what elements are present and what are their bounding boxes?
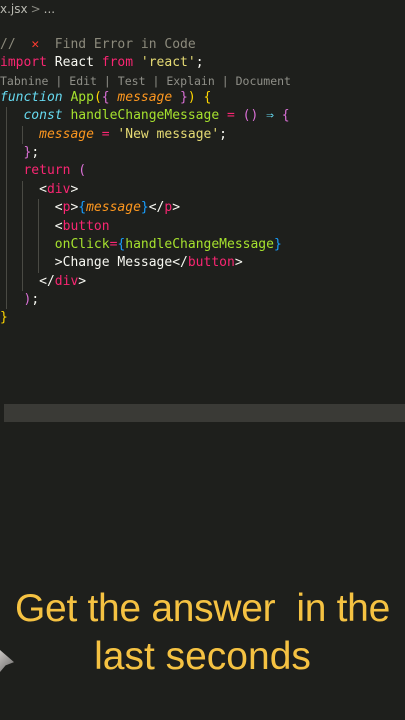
code-line-14: ); [0,291,405,310]
brace-open: { [101,89,110,105]
error-x-icon: ✕ [31,37,40,52]
paren-close: ) [187,89,196,105]
tag-gt: > [70,181,79,197]
semicolon: ; [219,126,227,142]
code-line-1: // ✕ Find Error in Code [0,36,405,54]
tag-lt: < [39,181,47,197]
paren-open: ( [78,163,87,179]
tag-gt: > [78,273,87,289]
tag-gt: > [172,200,181,216]
codelens-sep: | [103,73,111,88]
code-line-3: function App({ message }) { [0,89,405,107]
code-line-4: const handleChangeMessage = () ⇒ { [0,107,405,126]
tag-button: button [187,255,235,271]
code-line-2: import React from 'react'; [0,54,405,72]
code-editor[interactable]: // ✕ Find Error in Code import React fro… [0,36,405,328]
codelens-document[interactable]: Document [236,74,291,88]
codelens-edit[interactable]: Edit [69,74,97,88]
breadcrumb[interactable]: x.jsx >... [0,2,55,16]
code-line-15: } [0,309,405,327]
code-line-7: return ( [0,162,405,181]
codelens-tabnine[interactable]: Tabnine [0,74,48,88]
tag-close-lt: </ [172,255,188,271]
semicolon: ; [31,144,40,160]
attr-onclick: onClick [54,236,110,252]
arrow-body-brace: { [281,108,290,124]
tag-button: button [62,218,110,234]
comment-slashes: // [0,37,16,52]
semicolon: ; [195,55,204,71]
string-new-message: 'New message' [117,126,220,142]
operator-eq: = [227,108,235,124]
caption-line-1: Get the answer in the [15,587,390,630]
breadcrumb-more[interactable]: ... [44,2,55,16]
codelens-sep: | [55,73,63,88]
jsx-text: >Change Message [54,255,173,271]
brace-close: } [140,200,149,216]
function-name: App [70,89,94,105]
horizontal-scrollbar[interactable] [4,404,405,422]
codelens-test[interactable]: Test [118,74,146,88]
tag-lt: < [54,218,63,234]
caption-line-2: last seconds [94,635,311,678]
codelens-sep: | [152,73,160,88]
arrow-icon: ⇒ [266,108,274,124]
tag-div: div [54,273,79,289]
identifier-handler: handleChangeMessage [125,236,274,252]
brace-close: } [180,89,188,105]
identifier-react: React [54,55,94,71]
keyword-function: function [0,89,63,105]
code-line-6: }; [0,143,405,163]
parens: () [242,108,259,124]
tag-gt: > [234,255,243,271]
operator-eq: = [101,126,110,142]
keyword-return: return [23,163,71,179]
tag-lt: < [54,200,63,216]
identifier-handler: handleChangeMessage [70,108,220,124]
video-caption: Get the answer in the last seconds [0,585,405,681]
string-react: 'react' [140,55,196,71]
var-message: message [39,126,94,142]
code-line-10: <button [0,217,405,236]
code-line-5: message = 'New message'; [0,125,405,144]
brace-close: } [0,310,8,326]
param-message: message [117,89,173,105]
semicolon: ; [31,292,40,308]
code-line-9: <p>{message}</p> [0,199,405,218]
tag-div: div [46,181,71,197]
keyword-const: const [23,108,63,124]
tag-close-lt: </ [39,273,55,289]
code-line-13: </div> [0,272,405,292]
code-line-8: <div> [0,180,405,200]
breadcrumb-file[interactable]: x.jsx [0,2,28,16]
keyword-from: from [101,55,134,71]
codelens-bar: Tabnine | Edit | Test | Explain | Docume… [0,73,405,89]
paren-open: ( [93,89,102,105]
codelens-explain[interactable]: Explain [166,74,214,88]
keyword-import: import [0,55,47,71]
code-line-12: >Change Message</button> [0,254,405,273]
breadcrumb-chevron-icon: > [30,2,41,16]
tag-close-lt: </ [148,200,165,216]
code-line-11: onClick={handleChangeMessage} [0,235,405,255]
body-brace: { [203,89,212,105]
var-message: message [86,200,141,216]
comment-text: Find Error in Code [54,37,196,52]
brace-close: } [273,236,282,252]
brace-open: { [78,200,87,216]
codelens-sep: | [221,73,229,88]
